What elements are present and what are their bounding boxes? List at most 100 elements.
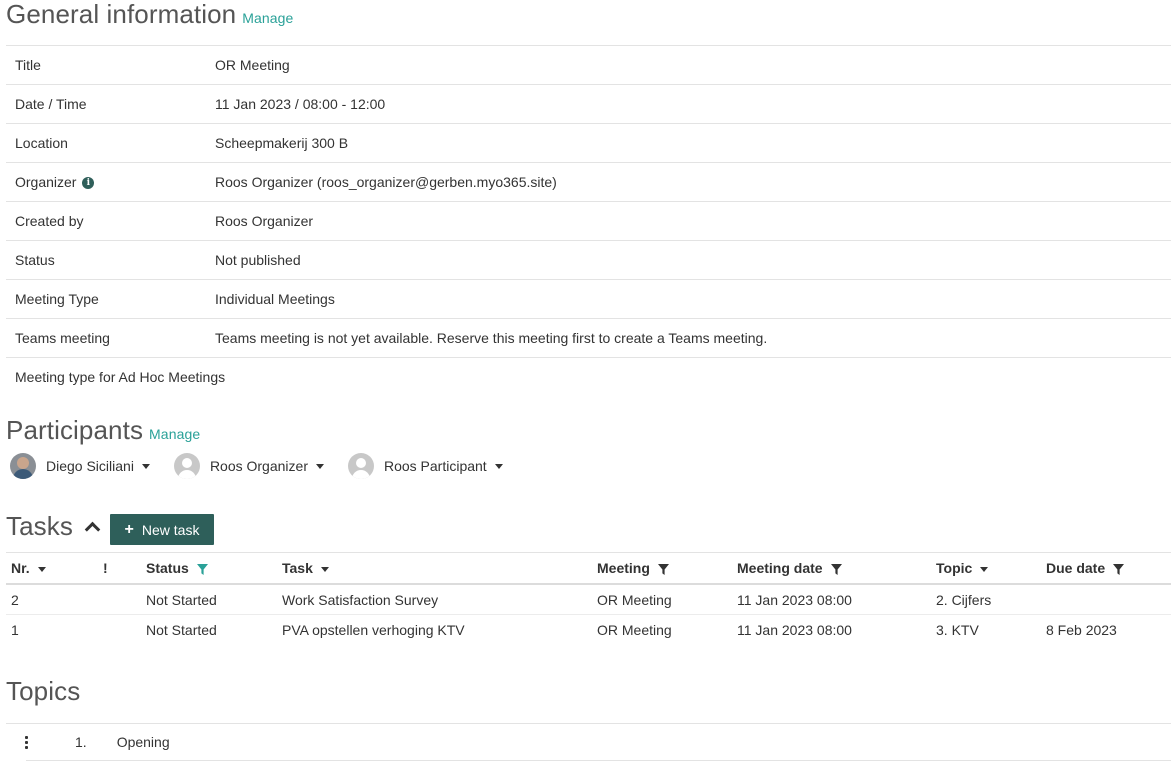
plus-icon: + xyxy=(124,520,134,538)
column-label: Topic xyxy=(936,560,973,576)
column-header-priority[interactable]: ! xyxy=(98,552,141,585)
filter-active-icon[interactable] xyxy=(196,563,208,575)
avatar xyxy=(10,453,36,479)
column-header-nr[interactable]: Nr. xyxy=(6,552,98,585)
participants-list: Diego Siciliani Roos Organizer Roos Part… xyxy=(10,453,527,479)
info-row-meeting-type: Meeting Type Individual Meetings xyxy=(6,279,1171,319)
info-label: Meeting Type xyxy=(6,279,206,319)
table-row[interactable]: 2 Not Started Work Satisfaction Survey O… xyxy=(6,584,1171,615)
general-info-table: Title OR Meeting Date / Time 11 Jan 2023… xyxy=(6,45,1171,396)
filter-icon[interactable] xyxy=(830,563,842,575)
info-value: Roos Organizer (roos_organizer@gerben.my… xyxy=(206,162,1171,202)
info-row-location: Location Scheepmakerij 300 B xyxy=(6,123,1171,163)
info-row-teams-meeting: Teams meeting Teams meeting is not yet a… xyxy=(6,318,1171,358)
participant-roos-organizer[interactable]: Roos Organizer xyxy=(173,453,324,479)
cell-topic: 3. KTV xyxy=(936,621,979,638)
column-label: Task xyxy=(282,560,313,576)
info-value: Scheepmakerij 300 B xyxy=(206,123,1171,163)
column-header-topic[interactable]: Topic xyxy=(931,552,1041,585)
chevron-up-icon[interactable] xyxy=(84,521,101,538)
topic-title[interactable]: Opening xyxy=(117,734,170,750)
info-label: Organizer xyxy=(15,174,77,190)
general-information-title: General information xyxy=(6,0,237,29)
cell-nr: 2 xyxy=(6,584,98,615)
participant-diego-siciliani[interactable]: Diego Siciliani xyxy=(10,453,150,479)
participants-header: Participants Manage xyxy=(6,415,200,446)
new-task-button[interactable]: + New task xyxy=(110,514,214,545)
cell-due-date: 8 Feb 2023 xyxy=(1046,621,1117,638)
info-label-organizer: Organizer i xyxy=(6,162,206,202)
avatar xyxy=(347,453,374,479)
cell-meeting: OR Meeting xyxy=(597,621,672,638)
caret-down-icon xyxy=(141,463,150,469)
info-value: OR Meeting xyxy=(206,45,1171,85)
tasks-header: Tasks xyxy=(6,511,101,542)
cell-task[interactable]: Work Satisfaction Survey xyxy=(277,584,592,615)
participant-name: Roos Organizer xyxy=(209,458,308,474)
cell-meeting-date: 11 Jan 2023 08:00 xyxy=(737,621,852,638)
info-row-created-by: Created by Roos Organizer xyxy=(6,201,1171,241)
participant-name: Roos Participant xyxy=(383,458,487,474)
table-row[interactable]: 1 Not Started PVA opstellen verhoging KT… xyxy=(6,615,1171,645)
column-label: Due date xyxy=(1046,560,1106,576)
info-value: 11 Jan 2023 / 08:00 - 12:00 xyxy=(206,84,1171,124)
caret-down-icon xyxy=(494,463,503,469)
column-header-status[interactable]: Status xyxy=(141,552,277,585)
kebab-menu-icon[interactable] xyxy=(24,735,28,750)
column-label: ! xyxy=(103,560,108,576)
column-header-meeting-date[interactable]: Meeting date xyxy=(732,552,931,585)
column-label: Meeting xyxy=(597,560,650,576)
cell-status: Not Started xyxy=(146,621,217,638)
cell-status: Not Started xyxy=(141,584,277,615)
info-label: Status xyxy=(6,240,206,280)
new-task-label: New task xyxy=(141,521,200,538)
cell-nr: 1 xyxy=(11,621,19,638)
column-header-meeting[interactable]: Meeting xyxy=(592,552,732,585)
info-row-organizer: Organizer i Roos Organizer (roos_organiz… xyxy=(6,162,1171,202)
topics-title: Topics xyxy=(6,676,81,706)
info-label: Created by xyxy=(6,201,206,241)
general-information-header: General information Manage xyxy=(6,0,293,30)
info-value: Individual Meetings xyxy=(206,279,1171,319)
cell-priority xyxy=(98,615,141,645)
column-header-due-date[interactable]: Due date xyxy=(1041,552,1171,585)
tasks-title: Tasks xyxy=(6,511,73,541)
list-item[interactable]: 1. Opening xyxy=(6,724,1171,760)
cell-priority xyxy=(98,584,141,615)
tasks-header-row: Nr. ! Status Task Meeting Meeting date T… xyxy=(6,552,1171,585)
column-label: Meeting date xyxy=(737,560,823,576)
info-row-title: Title OR Meeting xyxy=(6,45,1171,85)
cell-task[interactable]: PVA opstellen verhoging KTV xyxy=(277,615,592,645)
filter-icon[interactable] xyxy=(1113,563,1125,575)
cell-due-date xyxy=(1041,584,1171,615)
sort-caret-icon xyxy=(37,566,46,572)
sort-caret-icon xyxy=(980,566,989,572)
cell-meeting-date: 11 Jan 2023 08:00 xyxy=(732,584,931,615)
info-icon[interactable]: i xyxy=(82,177,95,190)
participants-title: Participants xyxy=(6,415,144,445)
participants-manage-link[interactable]: Manage xyxy=(149,426,200,442)
divider xyxy=(26,760,1171,761)
caret-down-icon xyxy=(315,463,324,469)
meeting-detail-page: General information Manage Title OR Meeti… xyxy=(0,0,1171,763)
general-manage-link[interactable]: Manage xyxy=(242,10,293,26)
column-header-task[interactable]: Task xyxy=(277,552,592,585)
column-label: Status xyxy=(146,560,189,576)
participant-roos-participant[interactable]: Roos Participant xyxy=(347,453,503,479)
info-label: Teams meeting xyxy=(6,318,206,358)
info-row-date-time: Date / Time 11 Jan 2023 / 08:00 - 12:00 xyxy=(6,84,1171,124)
info-row-status: Status Not published xyxy=(6,240,1171,280)
info-value: Not published xyxy=(206,240,1171,280)
sort-caret-icon xyxy=(320,566,329,572)
info-label: Meeting type for Ad Hoc Meetings xyxy=(6,357,1171,396)
filter-icon[interactable] xyxy=(657,563,669,575)
participant-name: Diego Siciliani xyxy=(46,458,134,474)
info-label: Date / Time xyxy=(6,84,206,124)
tasks-table: Nr. ! Status Task Meeting Meeting date T… xyxy=(6,552,1171,644)
info-value: Roos Organizer xyxy=(206,201,1171,241)
info-label: Title xyxy=(6,45,206,85)
cell-meeting: OR Meeting xyxy=(592,584,732,615)
column-label: Nr. xyxy=(11,560,30,576)
info-row-adhoc-meeting-type: Meeting type for Ad Hoc Meetings xyxy=(6,357,1171,396)
cell-topic: 2. Cijfers xyxy=(931,584,1041,615)
